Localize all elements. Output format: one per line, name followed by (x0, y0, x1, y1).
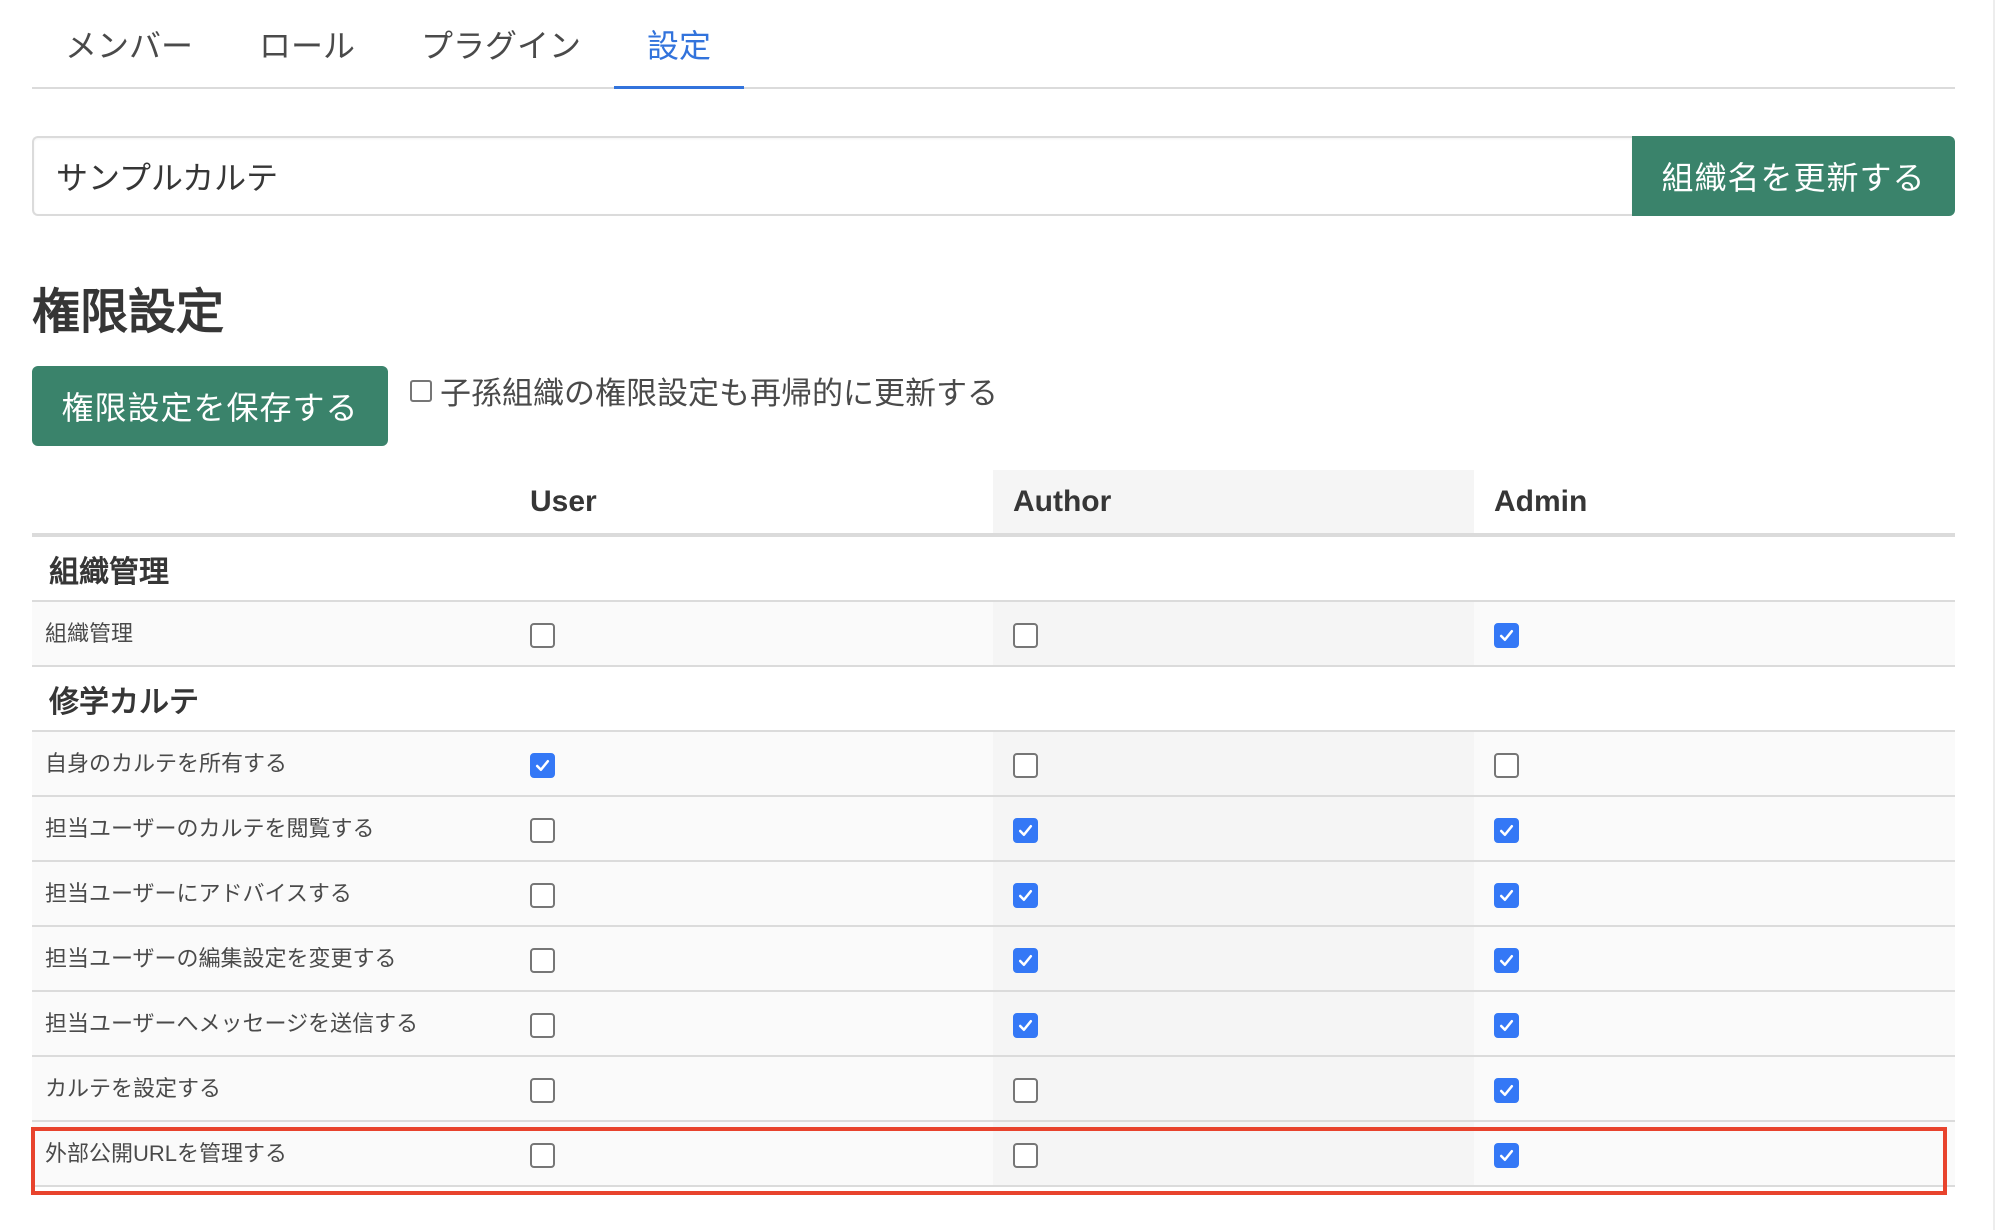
table-header: User Author Admin (32, 470, 1955, 537)
user-cell (510, 732, 993, 795)
author-permission-checkbox[interactable] (1013, 948, 1038, 973)
permission-label: 外部公開URLを管理する (45, 1141, 288, 1166)
tab-settings[interactable]: 設定 (614, 0, 745, 89)
author-cell (993, 1122, 1474, 1185)
user-cell (510, 1122, 993, 1185)
permissions-heading: 権限設定 (32, 286, 225, 339)
user-permission-checkbox[interactable] (530, 1143, 555, 1168)
admin-cell (1474, 927, 1955, 990)
author-permission-checkbox[interactable] (1013, 623, 1038, 648)
user-permission-checkbox[interactable] (530, 1013, 555, 1038)
author-cell (993, 1057, 1474, 1120)
admin-cell (1474, 992, 1955, 1055)
author-cell (993, 732, 1474, 795)
author-permission-checkbox[interactable] (1013, 753, 1038, 778)
recursive-update-option[interactable]: 子孫組織の権限設定も再帰的に更新する (410, 368, 998, 413)
permission-row: 担当ユーザーへメッセージを送信する (32, 992, 1955, 1057)
tab-bar: メンバー ロール プラグイン 設定 (32, 0, 1955, 89)
permission-row: カルテを設定する (32, 1057, 1955, 1122)
org-name-input[interactable] (32, 136, 1632, 216)
header-admin: Admin (1494, 484, 1588, 518)
permission-label: 担当ユーザーへメッセージを送信する (45, 1011, 419, 1036)
user-cell (510, 797, 993, 860)
section-title: 組織管理 (49, 555, 169, 589)
header-author: Author (993, 470, 1474, 533)
permission-label: 担当ユーザーの編集設定を変更する (45, 946, 397, 971)
author-permission-checkbox[interactable] (1013, 1078, 1038, 1103)
user-cell (510, 992, 993, 1055)
admin-cell (1474, 797, 1955, 860)
recursive-update-label: 子孫組織の権限設定も再帰的に更新する (440, 376, 998, 411)
admin-cell (1474, 1057, 1955, 1120)
user-cell (510, 862, 993, 925)
permission-label: 組織管理 (45, 621, 134, 646)
header-user: User (530, 484, 597, 518)
admin-cell (1474, 732, 1955, 795)
table-body: 組織管理 組織管理 修学カルテ 自身のカルテを所有する 担当ユーザーのカルテを閲覧する担… (32, 537, 1955, 1187)
permission-label: 自身のカルテを所有する (45, 751, 288, 776)
admin-permission-checkbox[interactable] (1494, 948, 1519, 973)
permission-row: 自身のカルテを所有する (32, 732, 1955, 797)
permission-label: 担当ユーザーにアドバイスする (45, 881, 352, 906)
user-permission-checkbox[interactable] (530, 883, 555, 908)
user-cell (510, 1057, 993, 1120)
author-permission-checkbox[interactable] (1013, 1143, 1038, 1168)
admin-permission-checkbox[interactable] (1494, 818, 1519, 843)
update-org-name-button[interactable]: 組織名を更新する (1632, 136, 1955, 216)
permission-row: 担当ユーザーにアドバイスする (32, 862, 1955, 927)
permission-row: 担当ユーザーの編集設定を変更する (32, 927, 1955, 992)
admin-permission-checkbox[interactable] (1494, 753, 1519, 778)
author-cell (993, 992, 1474, 1055)
admin-cell (1474, 862, 1955, 925)
permission-row: 外部公開URLを管理する (32, 1122, 1955, 1187)
user-permission-checkbox[interactable] (530, 948, 555, 973)
tab-members[interactable]: メンバー (32, 0, 226, 87)
user-permission-checkbox[interactable] (530, 1078, 555, 1103)
user-cell (510, 602, 993, 665)
tab-plugins[interactable]: プラグイン (388, 0, 614, 87)
author-permission-checkbox[interactable] (1013, 818, 1038, 843)
user-cell (510, 927, 993, 990)
permission-row: 担当ユーザーのカルテを閲覧する (32, 797, 1955, 862)
scrollbar-track (1993, 0, 1995, 1230)
author-permission-checkbox[interactable] (1013, 883, 1038, 908)
section-row: 組織管理 (32, 537, 1955, 602)
section-row: 修学カルテ (32, 667, 1955, 732)
admin-permission-checkbox[interactable] (1494, 883, 1519, 908)
user-permission-checkbox[interactable] (530, 753, 555, 778)
admin-cell (1474, 602, 1955, 665)
admin-permission-checkbox[interactable] (1494, 1078, 1519, 1103)
tab-roles[interactable]: ロール (226, 0, 388, 87)
recursive-update-checkbox[interactable] (410, 379, 432, 402)
permission-label: 担当ユーザーのカルテを閲覧する (45, 816, 375, 841)
user-permission-checkbox[interactable] (530, 818, 555, 843)
permissions-table: User Author Admin 組織管理 組織管理 修学カルテ 自身のカルテを所有… (32, 470, 1955, 1187)
admin-permission-checkbox[interactable] (1494, 623, 1519, 648)
permission-label: カルテを設定する (45, 1076, 222, 1101)
author-cell (993, 927, 1474, 990)
author-cell (993, 602, 1474, 665)
author-cell (993, 862, 1474, 925)
header-label-column (32, 470, 510, 533)
admin-permission-checkbox[interactable] (1494, 1143, 1519, 1168)
author-cell (993, 797, 1474, 860)
admin-permission-checkbox[interactable] (1494, 1013, 1519, 1038)
user-permission-checkbox[interactable] (530, 623, 555, 648)
org-name-form: 組織名を更新する (32, 136, 1955, 216)
save-permissions-button[interactable]: 権限設定を保存する (32, 366, 388, 446)
admin-cell (1474, 1122, 1955, 1185)
author-permission-checkbox[interactable] (1013, 1013, 1038, 1038)
section-title: 修学カルテ (49, 685, 199, 719)
permission-row: 組織管理 (32, 602, 1955, 667)
